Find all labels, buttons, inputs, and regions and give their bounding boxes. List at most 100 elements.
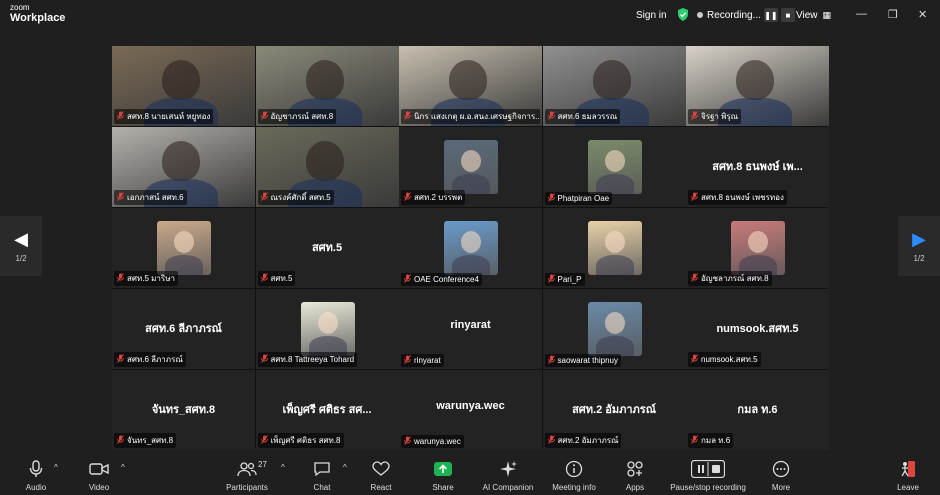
participant-avatar xyxy=(587,221,642,275)
logo-bottom-text: Workplace xyxy=(10,12,66,24)
react-label: React xyxy=(370,483,392,492)
participant-tile[interactable]: เพ็ญศรี ศติธร สศ... เพ็ญศรี ศติธร สศท.8 xyxy=(255,370,399,450)
participant-avatar xyxy=(300,302,355,356)
pause-stop-recording-button[interactable]: Pause/stop recording xyxy=(663,459,753,492)
participant-avatar xyxy=(157,221,211,275)
participant-name: OAE Conference4 xyxy=(414,275,479,284)
participant-name: สศท.5 xyxy=(270,274,293,283)
muted-microphone-icon xyxy=(547,111,555,122)
minimize-icon[interactable]: — xyxy=(856,8,867,20)
audio-label: Audio xyxy=(25,483,47,492)
recording-indicator[interactable]: Recording... ❚❚ ■ xyxy=(697,6,795,24)
participant-tile[interactable]: กมล ท.6 กมล ท.6 xyxy=(686,370,829,450)
participant-tile[interactable]: สศท.5 สศท.5 xyxy=(255,208,399,288)
share-label: Share xyxy=(432,483,454,492)
participant-name: สศท.8 Tattreeya Tohard xyxy=(270,355,355,364)
leave-button[interactable]: Leave xyxy=(873,459,940,492)
participant-tile[interactable]: สศท.8 นายเสนห์ หยูทอง xyxy=(112,46,255,126)
participant-tile[interactable]: สศท.8 Tattreeya Tohard xyxy=(255,289,399,369)
participant-display-name: สศท.8 ธนพงษ์ เพ... xyxy=(712,161,803,173)
muted-microphone-icon xyxy=(404,355,411,366)
meeting-info-label: Meeting info xyxy=(552,483,596,492)
page-indicator-left: 1/2 xyxy=(15,253,27,263)
participant-tile[interactable]: จิรฐา พิรุณ xyxy=(686,46,829,126)
participants-button[interactable]: Participants xyxy=(212,459,282,492)
pause-stop-label: Pause/stop recording xyxy=(670,483,746,492)
participant-avatar xyxy=(731,221,785,275)
video-options-chevron-icon[interactable]: ^ xyxy=(121,463,125,472)
muted-microphone-icon xyxy=(691,111,698,122)
participant-tile[interactable]: สศท.6 ลีภาภรณ์ สศท.6 ลีภาภรณ์ xyxy=(112,289,255,369)
sign-in-button[interactable]: Sign in xyxy=(636,6,667,24)
participant-tile[interactable]: อัญชลาภรณ์ สศท.8 xyxy=(686,208,829,288)
participant-tile[interactable]: สศท.5 มาริษา xyxy=(112,208,255,288)
meeting-info-button[interactable]: Meeting info xyxy=(539,459,609,492)
apps-button[interactable]: Apps xyxy=(600,459,670,492)
sign-in-label: Sign in xyxy=(636,9,667,21)
muted-microphone-icon xyxy=(691,354,698,365)
title-bar: zoom Workplace Sign in Recording... ❚❚ ■… xyxy=(0,0,940,30)
participant-tile[interactable]: สศท.2 บรรพต xyxy=(399,127,542,207)
avatar-figure xyxy=(748,231,768,253)
participant-nameplate: เพ็ญศรี ศติธร สศท.8 xyxy=(257,433,344,448)
participant-nameplate: Pari_P xyxy=(544,273,585,286)
shield-icon[interactable] xyxy=(677,8,689,26)
microphone-icon xyxy=(29,459,43,479)
pause-recording-icon[interactable]: ❚❚ xyxy=(763,8,778,22)
audio-button[interactable]: Audio xyxy=(1,459,71,492)
muted-microphone-icon xyxy=(260,192,268,203)
muted-microphone-icon xyxy=(547,274,555,285)
avatar-figure xyxy=(595,255,634,275)
participant-tile[interactable]: สศท.6 ธมลวรรณ xyxy=(542,46,686,126)
view-button[interactable]: View ▦ xyxy=(796,6,831,24)
chat-bubble-icon xyxy=(313,459,331,479)
avatar-figure xyxy=(461,231,481,253)
participant-tile[interactable]: OAE Conference4 xyxy=(399,208,542,288)
participant-tile[interactable]: สศท.8 ธนพงษ์ เพ... สศท.8 ธนพงษ์ เพชรทอง xyxy=(686,127,829,207)
participant-silhouette xyxy=(449,60,487,100)
audio-options-chevron-icon[interactable]: ^ xyxy=(54,463,58,472)
avatar-figure xyxy=(174,231,194,253)
participants-options-chevron-icon[interactable]: ^ xyxy=(281,463,285,472)
avatar-figure xyxy=(604,150,625,172)
apps-icon xyxy=(626,459,644,479)
participant-tile[interactable]: ณรงค์ศักดิ์ สศท.5 xyxy=(255,127,399,207)
participant-tile[interactable]: จันทร_สศท.8 จันทร_สศท.8 xyxy=(112,370,255,450)
participant-tile[interactable]: Phatpiran Oae xyxy=(542,127,686,207)
ai-companion-button[interactable]: AI Companion xyxy=(473,459,543,492)
participants-label: Participants xyxy=(226,483,268,492)
previous-page-button[interactable]: ◀ 1/2 xyxy=(0,216,42,276)
participant-display-name: สศท.6 ลีภาภรณ์ xyxy=(145,323,222,335)
muted-microphone-icon xyxy=(117,354,124,365)
maximize-icon[interactable]: ❐ xyxy=(888,8,898,21)
participant-tile[interactable]: numsook.สศท.5 numsook.สศท.5 xyxy=(686,289,829,369)
avatar-figure xyxy=(461,150,481,172)
react-button[interactable]: React xyxy=(346,459,416,492)
more-button[interactable]: More xyxy=(746,459,816,492)
participant-display-name: เพ็ญศรี ศติธร สศ... xyxy=(282,404,372,416)
participant-nameplate: Phatpiran Oae xyxy=(544,192,613,205)
close-icon[interactable]: ✕ xyxy=(918,8,927,21)
stop-recording-icon[interactable]: ■ xyxy=(780,8,795,22)
participant-tile[interactable]: เอกภาสน์ สศท.6 xyxy=(112,127,255,207)
recording-label: Recording... xyxy=(707,9,761,21)
participant-tile[interactable]: saowarat thipnuy xyxy=(542,289,686,369)
muted-microphone-icon xyxy=(260,111,268,122)
muted-microphone-icon xyxy=(117,273,124,284)
zoom-workplace-logo: zoom Workplace xyxy=(10,4,65,24)
sparkle-icon xyxy=(499,459,517,479)
participant-tile[interactable]: rinyarat rinyarat xyxy=(399,289,542,369)
participant-tile[interactable]: อัญชาภรณ์ สศท.8 xyxy=(255,46,399,126)
participant-tile[interactable]: Pari_P xyxy=(542,208,686,288)
participant-name: เพ็ญศรี ศติธร สศท.8 xyxy=(270,436,341,445)
next-page-button[interactable]: ▶ 1/2 xyxy=(898,216,940,276)
muted-microphone-icon xyxy=(547,355,555,366)
participant-tile[interactable]: นิกร แสงเกตุ ผ.อ.สนง.เศรษฐกิจการ... xyxy=(399,46,542,126)
share-button[interactable]: Share xyxy=(408,459,478,492)
participant-tile[interactable]: สศท.2 อัมภาภรณ์ สศท.2 อัมภาภรณ์ xyxy=(542,370,686,450)
muted-microphone-icon xyxy=(404,111,411,122)
muted-microphone-icon xyxy=(404,274,411,285)
avatar-figure xyxy=(595,174,634,194)
more-label: More xyxy=(771,483,791,492)
participant-tile[interactable]: warunya.wec warunya.wec xyxy=(399,370,542,450)
